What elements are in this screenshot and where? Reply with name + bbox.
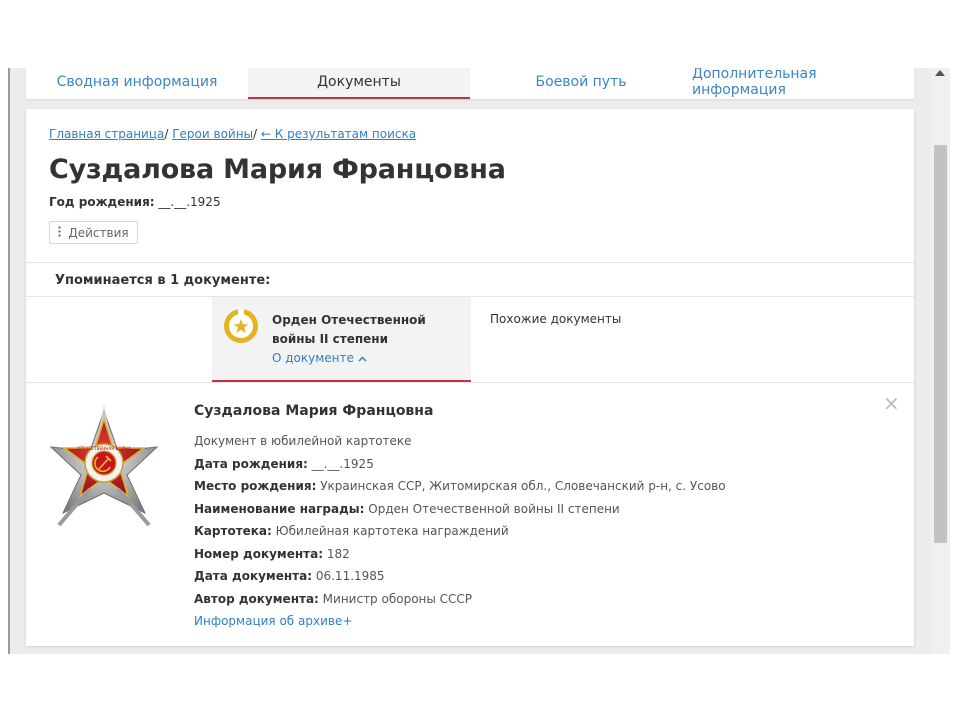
scroll-up-arrow-icon[interactable] bbox=[935, 70, 945, 76]
chevron-up-icon bbox=[358, 351, 367, 365]
details-row: Наименование награды: Орден Отечественно… bbox=[194, 498, 834, 521]
actions-button-label: Действия bbox=[68, 225, 129, 240]
tab-combat-path[interactable]: Боевой путь bbox=[470, 68, 692, 99]
document-details: Суздалова Мария Францовна Документ в юби… bbox=[194, 403, 834, 633]
details-label: Картотека: bbox=[194, 524, 272, 538]
window-edge bbox=[8, 68, 10, 654]
details-row: Автор документа: Министр обороны СССР bbox=[194, 588, 834, 611]
details-row: Номер документа: 182 bbox=[194, 543, 834, 566]
actions-button[interactable]: Действия bbox=[49, 221, 138, 244]
vertical-scrollbar[interactable] bbox=[931, 68, 950, 654]
details-person-name: Суздалова Мария Францовна bbox=[194, 403, 434, 419]
mentions-heading: Упоминается в 1 документе: bbox=[55, 273, 271, 288]
birth-value: __.__.1925 bbox=[158, 195, 221, 209]
details-row: Картотека: Юбилейная картотека награжден… bbox=[194, 520, 834, 543]
document-tab-order[interactable]: Орден Отечественной войны II степени О д… bbox=[212, 297, 471, 382]
details-value: 182 bbox=[326, 546, 350, 561]
details-label: Место рождения: bbox=[194, 479, 317, 493]
breadcrumb-home[interactable]: Главная страница bbox=[49, 127, 164, 141]
details-value: Министр обороны СССР bbox=[322, 591, 473, 606]
order-patriotic-war-image: ОТЕЧЕСТВЕННАЯ ВОЙНА bbox=[49, 403, 159, 527]
page-viewport: Сводная информация Документы Боевой путь… bbox=[8, 68, 950, 654]
medal-icon bbox=[224, 309, 258, 343]
details-value: __.__.1925 bbox=[311, 456, 374, 471]
breadcrumb: Главная страница/ Герои войны/ ← К резул… bbox=[49, 127, 416, 141]
breadcrumb-heroes[interactable]: Герои войны bbox=[172, 127, 253, 141]
tab-additional-info[interactable]: Дополнительная информация bbox=[692, 68, 914, 99]
details-value: Юбилейная картотека награждений bbox=[275, 524, 509, 538]
birth-year: Год рождения: __.__.1925 bbox=[49, 195, 221, 209]
tab-documents[interactable]: Документы bbox=[248, 68, 470, 99]
details-document-type: Документ в юбилейной картотеке bbox=[194, 434, 412, 448]
details-value: 06.11.1985 bbox=[315, 569, 385, 583]
details-label: Номер документа: bbox=[194, 546, 323, 561]
details-value: Орден Отечественной войны II степени bbox=[368, 501, 620, 516]
document-tab-title: Орден Отечественной войны II степени bbox=[272, 313, 426, 346]
order-ring-inscription: ОТЕЧЕСТВЕННАЯ ВОЙНА bbox=[77, 446, 131, 451]
divider bbox=[26, 262, 914, 263]
archive-info-link[interactable]: Информация об архиве+ bbox=[194, 610, 834, 633]
details-row: Дата рождения: __.__.1925 bbox=[194, 453, 834, 476]
page-title: Суздалова Мария Францовна bbox=[49, 154, 506, 185]
about-document-label: О документе bbox=[272, 351, 354, 365]
details-row: Дата документа: 06.11.1985 bbox=[194, 565, 834, 588]
details-row: Место рождения: Украинская ССР, Житомирс… bbox=[194, 475, 834, 498]
breadcrumb-back-to-results[interactable]: ← К результатам поиска bbox=[261, 127, 416, 141]
divider bbox=[26, 382, 914, 383]
details-label: Автор документа: bbox=[194, 591, 319, 606]
person-card: Главная страница/ Герои войны/ ← К резул… bbox=[26, 109, 914, 646]
details-value: Украинская ССР, Житомирская обл., Словеч… bbox=[320, 479, 726, 493]
scrollbar-thumb[interactable] bbox=[934, 145, 947, 543]
tab-summary[interactable]: Сводная информация bbox=[26, 68, 248, 99]
details-label: Наименование награды: bbox=[194, 501, 365, 516]
birth-label: Год рождения: bbox=[49, 195, 155, 209]
details-label: Дата рождения: bbox=[194, 456, 308, 471]
about-document-link[interactable]: О документе bbox=[272, 351, 367, 365]
tabs-bar: Сводная информация Документы Боевой путь… bbox=[26, 68, 914, 99]
similar-documents-tab[interactable]: Похожие документы bbox=[490, 312, 621, 326]
details-label: Дата документа: bbox=[194, 569, 313, 583]
vertical-dots-icon bbox=[58, 225, 62, 240]
close-icon[interactable]: × bbox=[883, 393, 900, 413]
breadcrumb-separator: / bbox=[253, 127, 261, 141]
